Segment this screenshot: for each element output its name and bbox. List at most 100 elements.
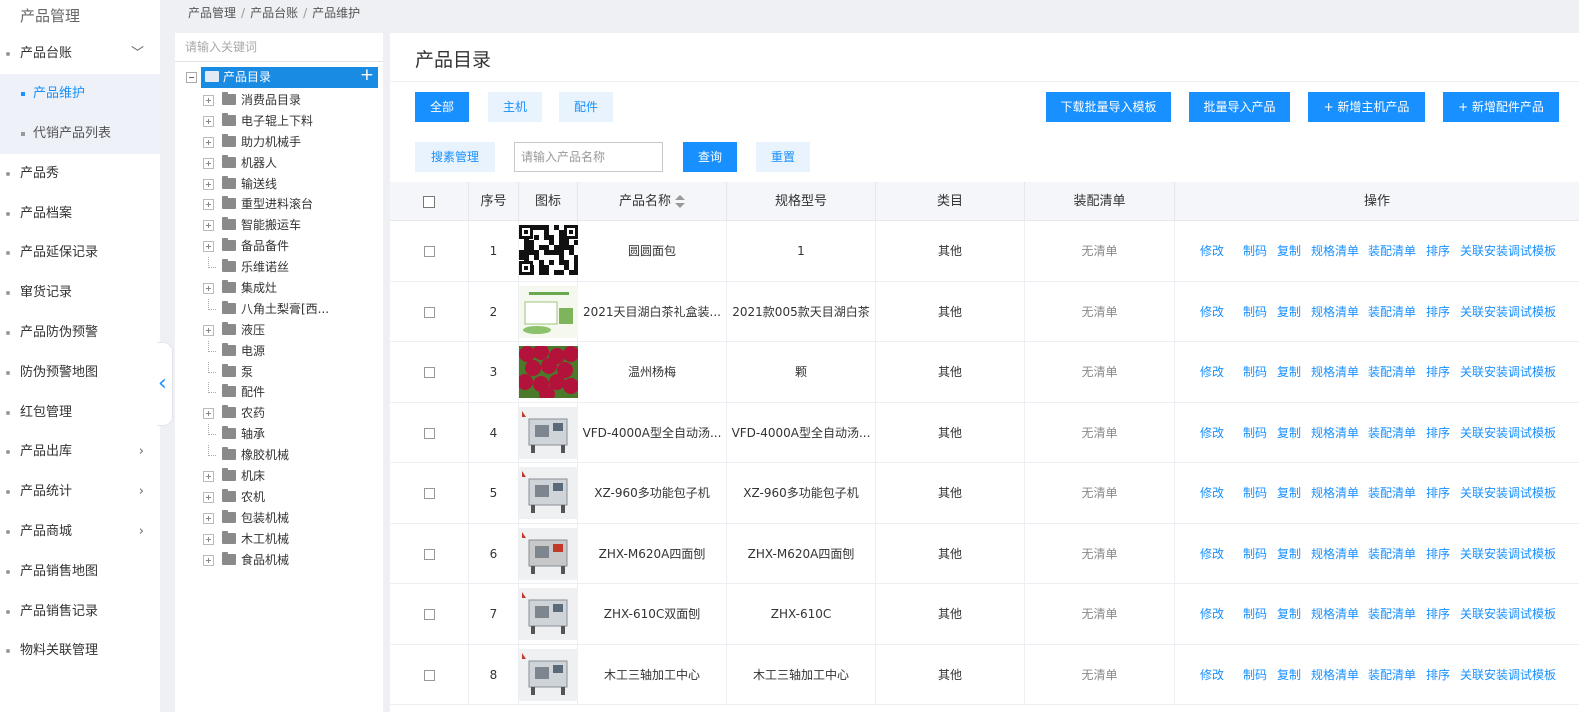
tree-node[interactable]: 农机 <box>175 487 383 508</box>
link-install-template-link[interactable]: 关联安装调试模板 <box>1460 282 1556 342</box>
sort-link[interactable]: 排序 <box>1426 282 1450 342</box>
tree-root-selected[interactable]: 产品目录 + <box>201 65 378 88</box>
row-checkbox[interactable] <box>423 488 435 499</box>
link-install-template-link[interactable]: 关联安装调试模板 <box>1460 645 1556 705</box>
sort-link[interactable]: 排序 <box>1426 342 1450 402</box>
generate-code-link[interactable]: 制码 <box>1243 463 1267 523</box>
spec-list-link[interactable]: 规格清单 <box>1311 342 1359 402</box>
spec-list-link[interactable]: 规格清单 <box>1311 584 1359 644</box>
filter-host-button[interactable]: 主机 <box>488 92 542 122</box>
product-thumbnail[interactable] <box>519 588 578 640</box>
tree-node[interactable]: 农药 <box>175 403 383 424</box>
tree-node[interactable]: 包装机械 <box>175 508 383 529</box>
search-manage-button[interactable]: 搜素管理 <box>415 142 495 172</box>
assembly-list-link[interactable]: 装配清单 <box>1368 463 1416 523</box>
generate-code-link[interactable]: 制码 <box>1243 221 1267 281</box>
breadcrumb-item[interactable]: 产品台账 <box>250 6 298 20</box>
sort-link[interactable]: 排序 <box>1426 403 1450 463</box>
link-install-template-link[interactable]: 关联安装调试模板 <box>1460 403 1556 463</box>
expand-icon[interactable] <box>203 491 214 503</box>
spec-list-link[interactable]: 规格清单 <box>1311 221 1359 281</box>
tree-node[interactable]: 智能搬运车 <box>175 215 383 236</box>
row-checkbox[interactable] <box>423 427 435 439</box>
sidebar-item[interactable]: 产品商城 › <box>0 512 160 552</box>
product-thumbnail[interactable] <box>519 225 578 277</box>
copy-link[interactable]: 复制 <box>1277 403 1301 463</box>
expand-icon[interactable] <box>203 554 214 566</box>
breadcrumb-item[interactable]: 产品管理 <box>188 6 236 20</box>
sort-link[interactable]: 排序 <box>1426 645 1450 705</box>
tree-node[interactable]: 液压 <box>175 320 383 341</box>
edit-link[interactable]: 修改 <box>1200 342 1224 402</box>
expand-icon[interactable] <box>203 283 214 295</box>
row-checkbox[interactable] <box>423 367 435 378</box>
spec-list-link[interactable]: 规格清单 <box>1311 403 1359 463</box>
sidebar-item-product-ledger[interactable]: 产品台账 ﹀ <box>0 34 160 74</box>
sidebar-item[interactable]: 产品延保记录 <box>0 233 160 273</box>
sidebar-item[interactable]: 窜货记录 <box>0 273 160 313</box>
sidebar-item[interactable]: 产品防伪预警 <box>0 313 160 353</box>
filter-all-button[interactable]: 全部 <box>415 92 469 122</box>
generate-code-link[interactable]: 制码 <box>1243 524 1267 584</box>
tree-node[interactable]: 乐维诺丝 <box>175 257 383 278</box>
sidebar-item[interactable]: 产品统计 › <box>0 472 160 512</box>
sort-icon[interactable] <box>675 194 685 209</box>
expand-icon[interactable] <box>203 136 214 148</box>
edit-link[interactable]: 修改 <box>1200 403 1224 463</box>
sidebar-item[interactable]: 产品销售记录 <box>0 592 160 632</box>
tree-node[interactable]: 输送线 <box>175 174 383 195</box>
generate-code-link[interactable]: 制码 <box>1243 645 1267 705</box>
spec-list-link[interactable]: 规格清单 <box>1311 645 1359 705</box>
copy-link[interactable]: 复制 <box>1277 524 1301 584</box>
add-node-icon[interactable]: + <box>360 65 374 86</box>
expand-icon[interactable] <box>203 408 214 420</box>
expand-icon[interactable] <box>203 220 214 232</box>
product-thumbnail[interactable] <box>519 648 578 701</box>
link-install-template-link[interactable]: 关联安装调试模板 <box>1460 463 1556 523</box>
copy-link[interactable]: 复制 <box>1277 282 1301 342</box>
assembly-list-link[interactable]: 装配清单 <box>1368 221 1416 281</box>
assembly-list-link[interactable]: 装配清单 <box>1368 645 1416 705</box>
assembly-list-link[interactable]: 装配清单 <box>1368 524 1416 584</box>
link-install-template-link[interactable]: 关联安装调试模板 <box>1460 584 1556 644</box>
sidebar-item[interactable]: 红包管理 <box>0 393 160 433</box>
edit-link[interactable]: 修改 <box>1200 463 1224 523</box>
add-host-product-button[interactable]: + 新增主机产品 <box>1308 92 1425 122</box>
expand-icon[interactable] <box>203 157 214 169</box>
sort-link[interactable]: 排序 <box>1426 463 1450 523</box>
product-thumbnail[interactable] <box>519 467 578 519</box>
copy-link[interactable]: 复制 <box>1277 645 1301 705</box>
expand-icon[interactable] <box>203 471 214 483</box>
edit-link[interactable]: 修改 <box>1200 524 1224 584</box>
tree-root-node[interactable]: 产品目录 + <box>183 65 379 88</box>
assembly-list-link[interactable]: 装配清单 <box>1368 403 1416 463</box>
header-name[interactable]: 产品名称 <box>578 182 727 221</box>
download-template-button[interactable]: 下载批量导入模板 <box>1046 92 1171 122</box>
tree-node[interactable]: 机床 <box>175 466 383 487</box>
assembly-list-link[interactable]: 装配清单 <box>1368 282 1416 342</box>
spec-list-link[interactable]: 规格清单 <box>1311 463 1359 523</box>
sort-link[interactable]: 排序 <box>1426 584 1450 644</box>
edit-link[interactable]: 修改 <box>1200 584 1224 644</box>
tree-node[interactable]: 电子辊上下料 <box>175 111 383 132</box>
sort-link[interactable]: 排序 <box>1426 221 1450 281</box>
sidebar-item[interactable]: 产品秀 <box>0 154 160 194</box>
row-checkbox[interactable] <box>423 548 435 560</box>
generate-code-link[interactable]: 制码 <box>1243 342 1267 402</box>
tree-node[interactable]: 配件 <box>175 382 383 403</box>
sidebar-item[interactable]: 产品档案 <box>0 194 160 234</box>
sidebar-item[interactable]: 产品销售地图 <box>0 552 160 592</box>
row-checkbox[interactable] <box>423 609 435 620</box>
expand-icon[interactable] <box>203 533 214 545</box>
row-checkbox[interactable] <box>423 669 435 681</box>
reset-button[interactable]: 重置 <box>756 142 810 172</box>
link-install-template-link[interactable]: 关联安装调试模板 <box>1460 524 1556 584</box>
product-thumbnail[interactable] <box>519 285 578 338</box>
filter-parts-button[interactable]: 配件 <box>559 92 613 122</box>
edit-link[interactable]: 修改 <box>1200 221 1224 281</box>
tree-node[interactable]: 助力机械手 <box>175 132 383 153</box>
tree-node[interactable]: 木工机械 <box>175 529 383 550</box>
row-checkbox[interactable] <box>423 306 435 318</box>
product-thumbnail[interactable] <box>519 406 578 459</box>
select-all-checkbox[interactable] <box>423 195 435 208</box>
